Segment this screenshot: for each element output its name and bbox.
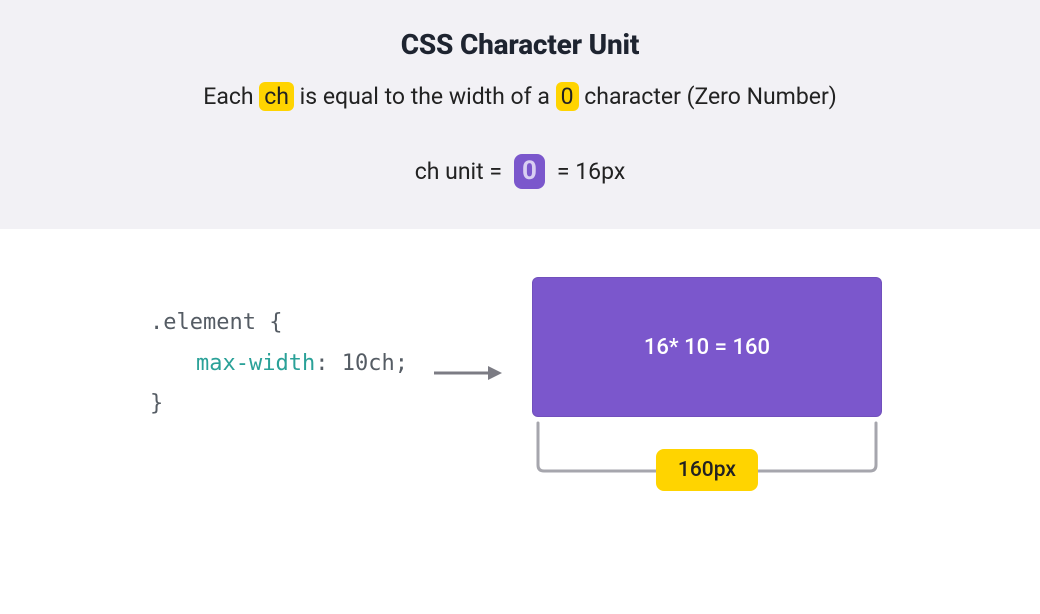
code-brace: {	[269, 310, 282, 335]
width-label: 160px	[656, 449, 758, 491]
equation-row: ch unit = 0 = 16px	[0, 154, 1040, 189]
code-line: .element {	[150, 303, 408, 344]
page-title: CSS Character Unit	[0, 28, 1040, 61]
code-line: max-width: 10ch;	[150, 344, 408, 385]
code-selector: .element	[150, 310, 269, 335]
subtitle-text: is equal to the width of a	[294, 83, 556, 110]
subtitle-text: character (Zero Number)	[579, 83, 837, 110]
highlight-zero: 0	[556, 82, 579, 111]
width-bracket: 160px	[532, 417, 882, 497]
example-panel: .element { max-width: 10ch; } 16* 10 = 1…	[0, 229, 1040, 497]
subtitle: Each ch is equal to the width of a 0 cha…	[0, 83, 1040, 110]
code-value: : 10ch;	[315, 351, 408, 376]
zero-glyph-box: 0	[514, 154, 545, 189]
code-property: max-width	[196, 351, 315, 376]
result-box: 16* 10 = 160	[532, 277, 882, 417]
header-panel: CSS Character Unit Each ch is equal to t…	[0, 0, 1040, 229]
arrow-icon	[408, 277, 532, 383]
equation-left: ch unit =	[415, 158, 502, 185]
code-block: .element { max-width: 10ch; }	[150, 277, 408, 425]
result-column: 16* 10 = 160 160px	[532, 277, 882, 497]
subtitle-text: Each	[203, 83, 259, 110]
code-line: }	[150, 384, 408, 425]
equation-right: = 16px	[557, 158, 625, 185]
result-box-text: 16* 10 = 160	[644, 335, 770, 360]
highlight-ch: ch	[259, 82, 294, 111]
